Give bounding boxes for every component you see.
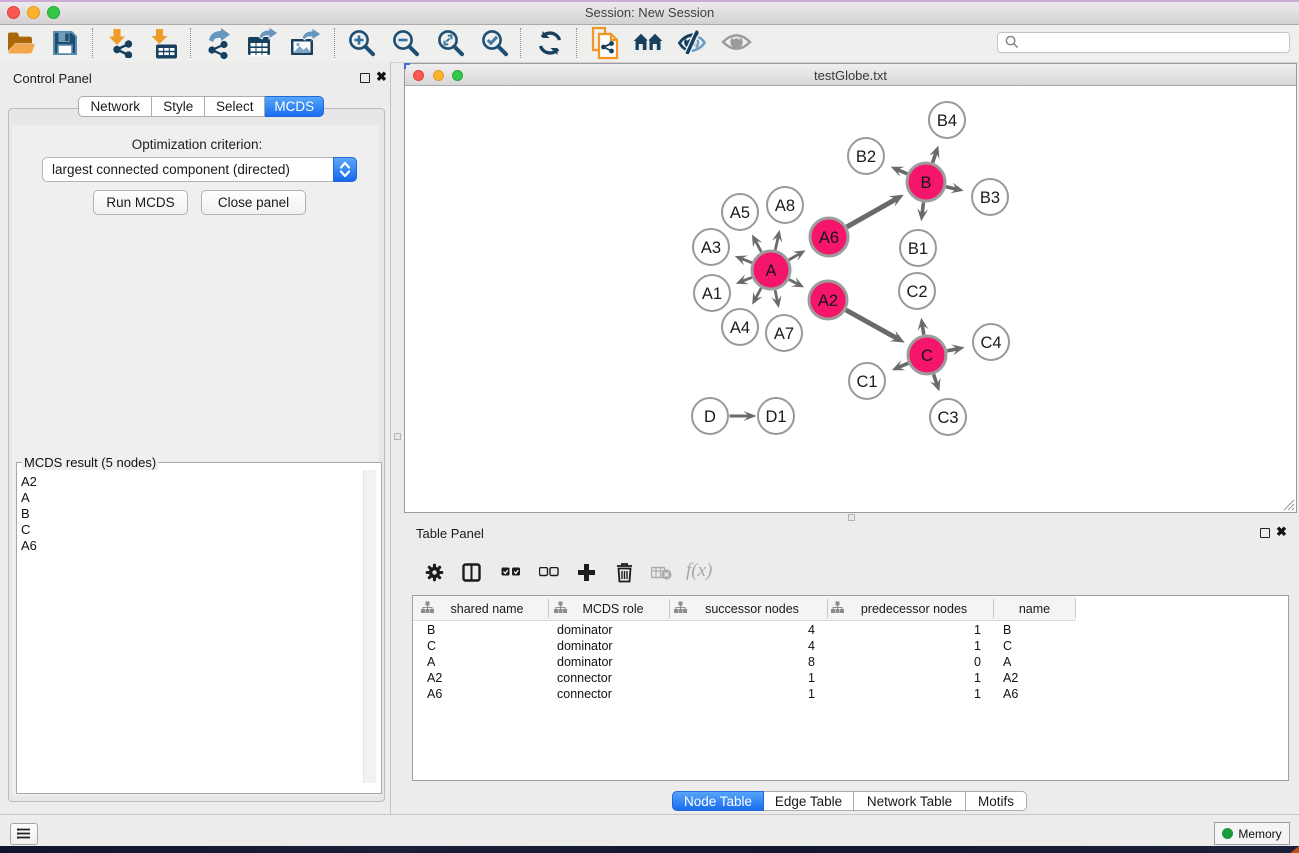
- svg-text:C3: C3: [937, 409, 958, 427]
- svg-text:B4: B4: [937, 112, 957, 130]
- svg-text:A5: A5: [730, 204, 750, 222]
- svg-text:C4: C4: [980, 334, 1001, 352]
- svg-text:D1: D1: [765, 408, 786, 426]
- svg-text:C2: C2: [906, 283, 927, 301]
- svg-text:B1: B1: [908, 240, 928, 258]
- svg-text:A3: A3: [701, 239, 721, 257]
- svg-text:D: D: [704, 408, 716, 426]
- svg-text:A7: A7: [774, 325, 794, 343]
- svg-text:A4: A4: [730, 319, 750, 337]
- svg-text:B3: B3: [980, 189, 1000, 207]
- svg-text:C: C: [921, 347, 933, 365]
- svg-text:A2: A2: [818, 292, 838, 310]
- svg-text:A8: A8: [775, 197, 795, 215]
- svg-text:A6: A6: [819, 229, 839, 247]
- svg-text:A: A: [765, 262, 776, 280]
- svg-text:B: B: [920, 174, 931, 192]
- svg-text:C1: C1: [856, 373, 877, 391]
- svg-text:B2: B2: [856, 148, 876, 166]
- svg-text:A1: A1: [702, 285, 722, 303]
